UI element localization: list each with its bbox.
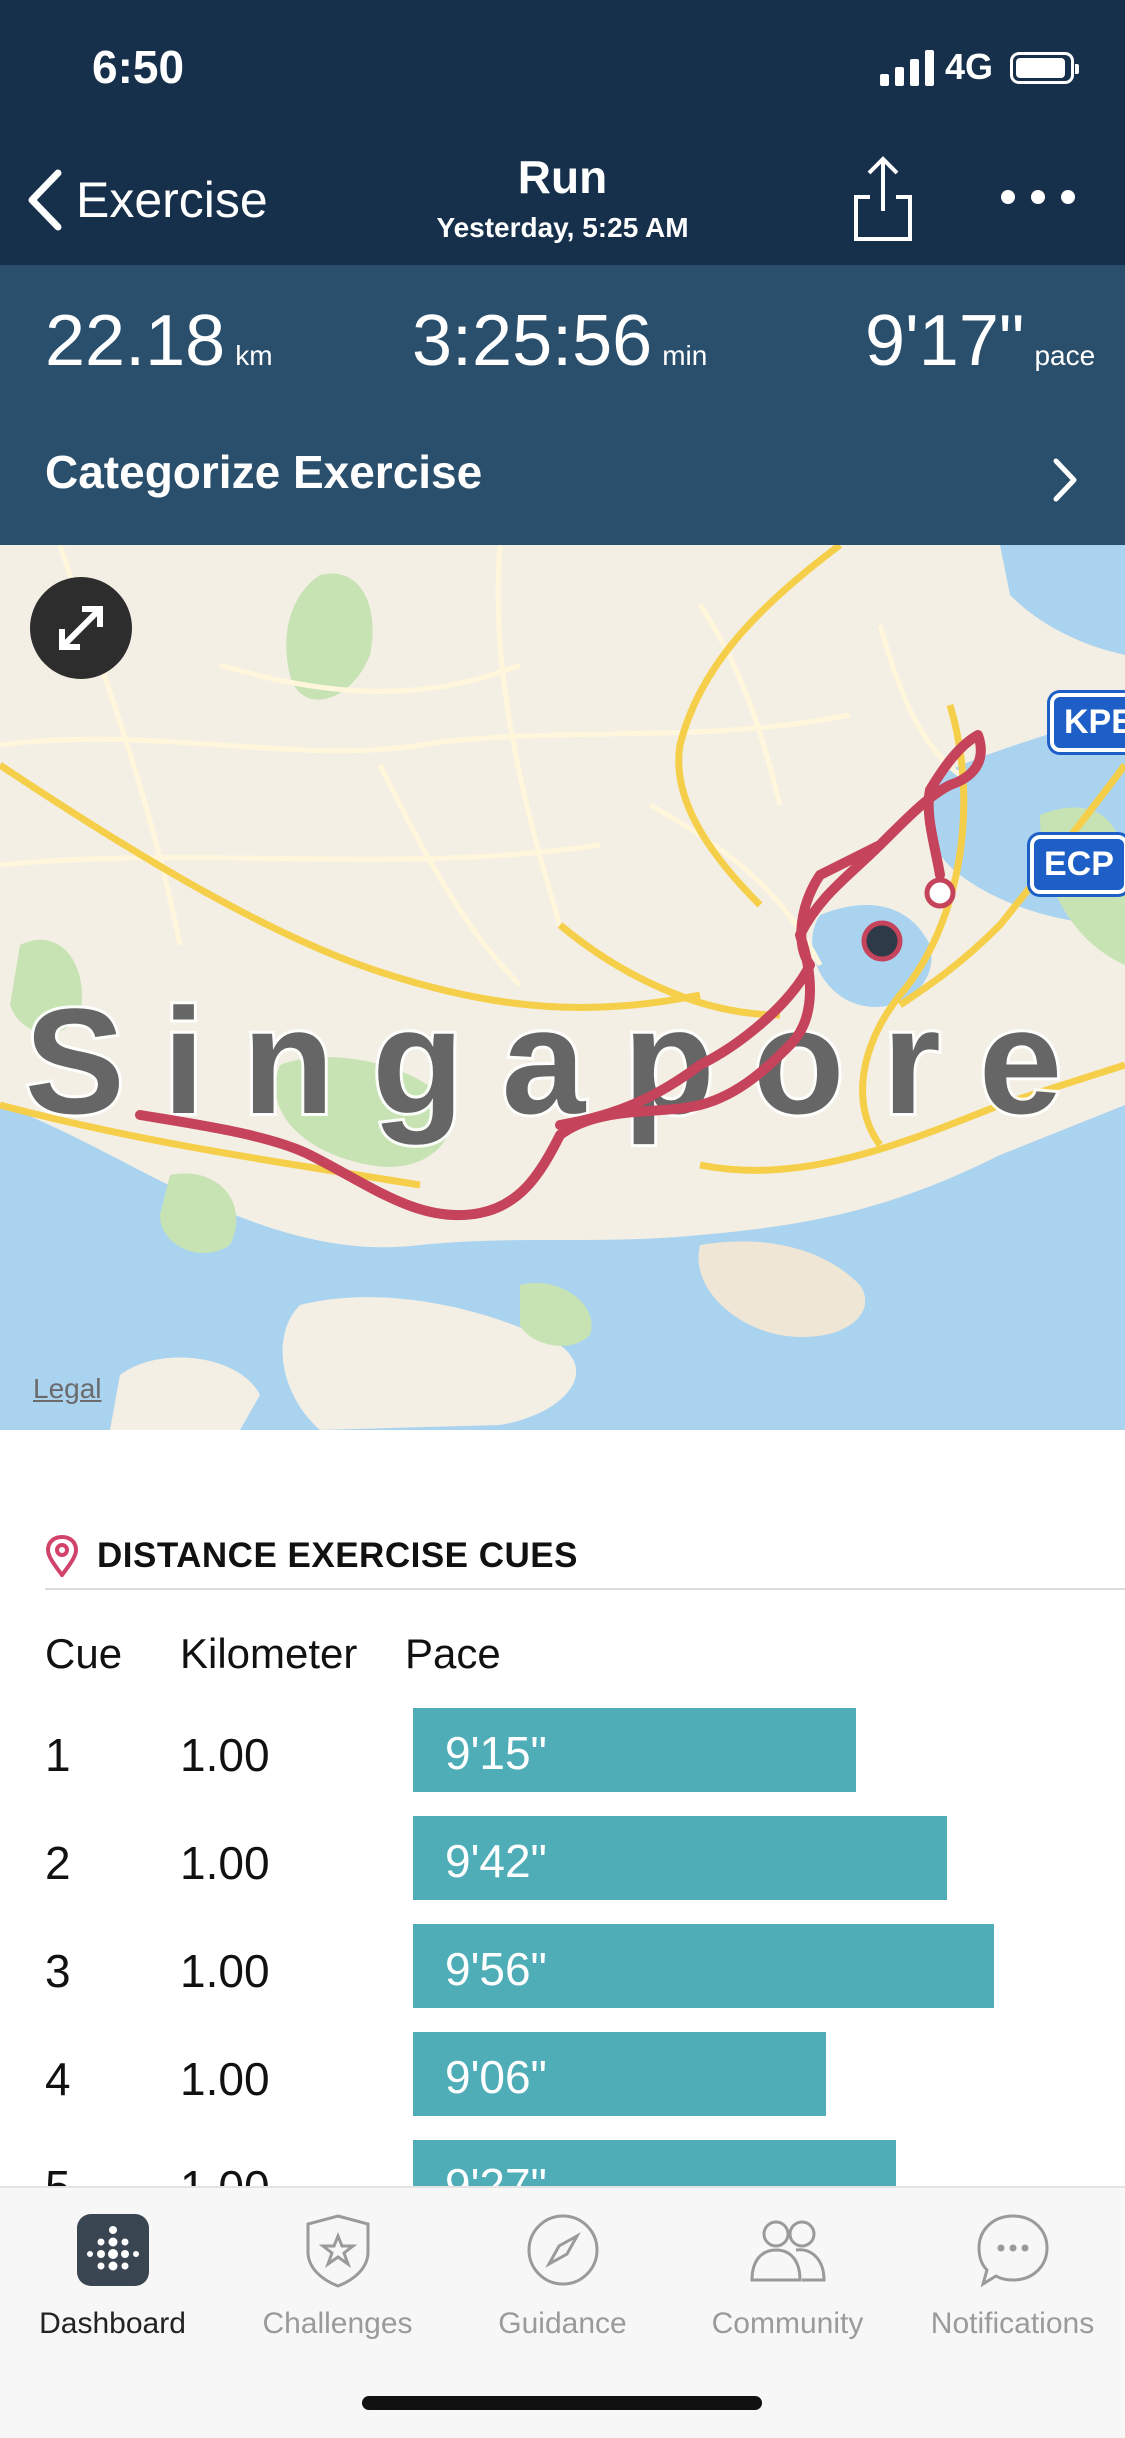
tab-label-dashboard: Dashboard — [39, 2307, 186, 2340]
location-pin-icon — [45, 1535, 79, 1577]
chevron-right-icon[interactable] — [1050, 455, 1080, 505]
cue-kilometer: 1.00 — [180, 2053, 270, 2105]
pace-value: 9'17" — [865, 301, 1025, 381]
pace-unit: pace — [1034, 340, 1096, 371]
duration-stat: 3:25:56 min — [412, 300, 707, 382]
cue-row: 2 1.00 9'42" — [0, 1816, 1125, 1906]
tab-label-community: Community — [711, 2307, 864, 2340]
cue-number: 3 — [45, 1945, 71, 1997]
community-icon — [749, 2220, 826, 2282]
pace-bar: 9'42" — [413, 1816, 947, 1900]
page-title: Run — [517, 151, 608, 203]
distance-stat: 22.18 km — [45, 300, 273, 382]
section-divider — [45, 1588, 1125, 1590]
tab-label-notifications: Notifications — [930, 2307, 1095, 2340]
cue-kilometer: 1.00 — [180, 1945, 270, 1997]
pace-bar: 9'56" — [413, 1924, 994, 2008]
cue-row: 4 1.00 9'06" — [0, 2032, 1125, 2122]
home-indicator — [362, 2396, 762, 2410]
route-path — [135, 730, 986, 1221]
cue-row: 1 1.00 9'15" — [0, 1708, 1125, 1798]
cue-number: 1 — [45, 1729, 71, 1781]
top-bar: 6:50 4G Exercise Run Yesterday, 5:25 AM — [0, 0, 1125, 265]
status-time: 6:50 — [92, 41, 185, 93]
shield-star-icon — [306, 2214, 369, 2288]
tab-dashboard[interactable]: Dashboard — [0, 2208, 225, 2341]
tab-guidance[interactable]: Guidance — [450, 2208, 675, 2341]
pace-value: 9'42" — [445, 1835, 547, 1887]
pace-stat: 9'17" pace — [865, 300, 1095, 382]
cue-kilometer: 1.00 — [180, 1837, 270, 1889]
pace-value: 9'56" — [445, 1943, 547, 1995]
column-header-cue: Cue — [45, 1630, 123, 1677]
compass-icon — [527, 2214, 598, 2286]
tab-community[interactable]: Community — [675, 2208, 900, 2341]
distance-unit: km — [235, 340, 273, 371]
chat-bubble-icon — [976, 2214, 1049, 2288]
battery-icon — [1010, 52, 1079, 84]
pace-bar: 9'06" — [413, 2032, 826, 2116]
categorize-exercise-button[interactable]: Categorize Exercise — [45, 445, 482, 499]
column-header-pace: Pace — [405, 1630, 501, 1677]
pace-value: 9'15" — [445, 1727, 547, 1779]
duration-value: 3:25:56 — [412, 301, 653, 381]
tab-label-guidance: Guidance — [498, 2307, 627, 2340]
network-label: 4G — [945, 46, 994, 87]
cue-number: 4 — [45, 2053, 71, 2105]
route-map[interactable]: KPE ECP Singapore Legal — [0, 545, 1125, 1430]
legal-link[interactable]: Legal — [33, 1373, 102, 1405]
stats-panel: 22.18 km 3:25:56 min 9'17" pace Categori… — [0, 265, 1125, 545]
share-icon[interactable] — [852, 155, 914, 241]
pace-value: 9'06" — [445, 2051, 547, 2103]
cue-number: 2 — [45, 1837, 71, 1889]
page-subtitle: Yesterday, 5:25 AM — [436, 212, 689, 243]
duration-unit: min — [662, 340, 708, 371]
tab-notifications[interactable]: Notifications — [900, 2208, 1125, 2341]
more-icon[interactable] — [998, 182, 1078, 212]
column-header-kilometer: Kilometer — [180, 1630, 358, 1677]
cue-row: 3 1.00 9'56" — [0, 1924, 1125, 2014]
cue-kilometer: 1.00 — [180, 1729, 270, 1781]
cues-section-header: DISTANCE EXERCISE CUES — [45, 1535, 578, 1577]
dashboard-icon — [76, 2214, 149, 2286]
cues-title: DISTANCE EXERCISE CUES — [97, 1536, 578, 1575]
tab-label-challenges: Challenges — [262, 2307, 413, 2340]
tab-challenges[interactable]: Challenges — [225, 2208, 450, 2341]
signal-icon — [880, 50, 934, 86]
distance-value: 22.18 — [45, 301, 226, 381]
pace-bar: 9'15" — [413, 1708, 856, 1792]
